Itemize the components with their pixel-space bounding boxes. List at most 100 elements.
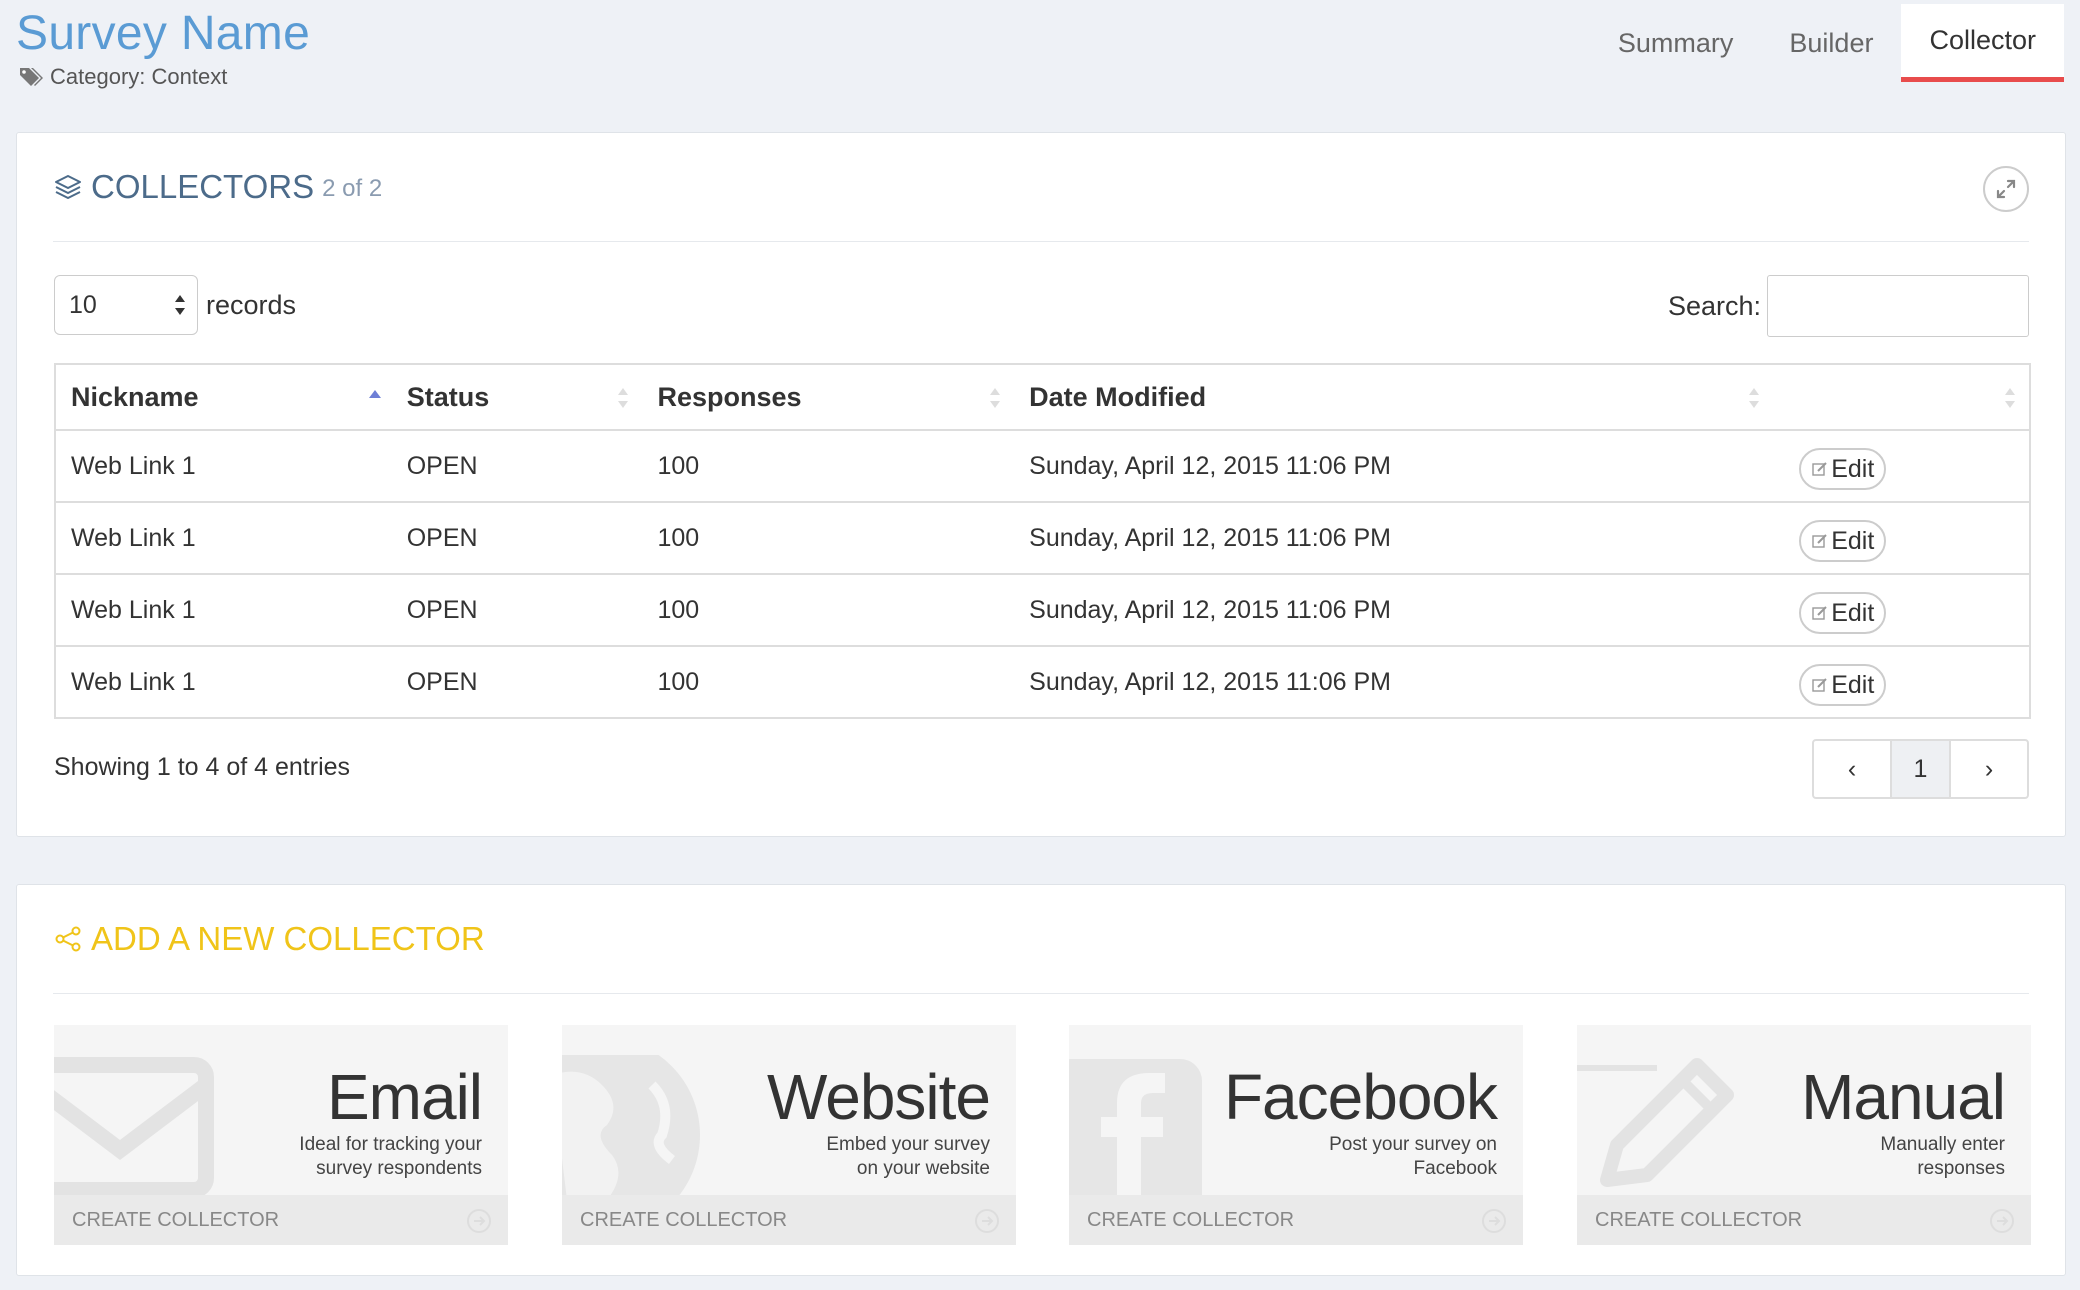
- create-collector-button[interactable]: CREATE COLLECTOR: [562, 1195, 1016, 1245]
- table-row: Web Link 1 OPEN 100 Sunday, April 12, 20…: [55, 502, 2030, 575]
- edit-button[interactable]: Edit: [1799, 520, 1887, 562]
- collectors-table: Nickname Status Responses Date Modified: [54, 363, 2031, 719]
- cell-status: OPEN: [391, 430, 643, 503]
- select-arrows-icon: [175, 295, 185, 315]
- collector-type-cards: Email Ideal for tracking your survey res…: [54, 1025, 2031, 1245]
- manual-collector-card[interactable]: Manual Manually enter responses CREATE C…: [1577, 1025, 2031, 1245]
- card-title: Website: [766, 1061, 991, 1133]
- sort-icon: [618, 388, 629, 408]
- card-description-line: responses: [1917, 1158, 2005, 1179]
- edit-label: Edit: [1831, 526, 1875, 555]
- email-collector-card[interactable]: Email Ideal for tracking your survey res…: [54, 1025, 508, 1245]
- edit-icon: [1812, 678, 1827, 692]
- create-collector-button[interactable]: CREATE COLLECTOR: [54, 1195, 508, 1245]
- tab-collector[interactable]: Collector: [1901, 4, 2064, 82]
- card-description: Post your survey on Facebook: [1267, 1133, 1497, 1181]
- tab-builder[interactable]: Builder: [1761, 4, 1901, 82]
- survey-category: Category: Context: [18, 64, 227, 90]
- create-collector-label: CREATE COLLECTOR: [1087, 1208, 1295, 1231]
- table-row: Web Link 1 OPEN 100 Sunday, April 12, 20…: [55, 574, 2030, 647]
- globe-icon: [562, 1055, 700, 1205]
- previous-page-button[interactable]: ‹: [1814, 741, 1890, 797]
- cell-actions: Edit: [1773, 646, 2030, 718]
- column-label: Date Modified: [1029, 381, 1207, 412]
- edit-label: Edit: [1831, 598, 1875, 627]
- cell-actions: Edit: [1773, 502, 2030, 575]
- sort-ascending-icon: [368, 390, 381, 398]
- cell-date-modified: Sunday, April 12, 2015 11:06 PM: [1014, 430, 1774, 503]
- cell-responses: 100: [657, 667, 700, 696]
- collectors-count: 2 of 2: [322, 175, 383, 202]
- edit-icon: [1812, 534, 1827, 548]
- edit-button[interactable]: Edit: [1799, 664, 1887, 706]
- card-description-line: Embed your survey: [826, 1134, 990, 1155]
- column-header-status[interactable]: Status: [391, 364, 643, 431]
- card-description-line: Facebook: [1413, 1158, 1497, 1179]
- card-description-line: Post your survey on: [1329, 1134, 1497, 1155]
- cell-nickname: Web Link 1: [55, 430, 392, 503]
- cell-status: OPEN: [406, 667, 478, 696]
- add-collector-panel-header: ADD A NEW COLLECTOR: [53, 885, 2029, 994]
- cell-date-modified: Sunday, April 12, 2015 11:06 PM: [1029, 667, 1391, 696]
- column-header-actions[interactable]: [1773, 364, 2030, 431]
- edit-icon: [1812, 462, 1827, 476]
- create-collector-button[interactable]: CREATE COLLECTOR: [1069, 1195, 1523, 1245]
- expand-button[interactable]: [1983, 166, 2029, 212]
- search-input[interactable]: [1767, 275, 2029, 337]
- create-collector-button[interactable]: CREATE COLLECTOR: [1577, 1195, 2031, 1245]
- cell-status: OPEN: [391, 502, 643, 575]
- page-header: Survey Name Category: Context Summary Bu…: [0, 0, 2080, 120]
- table-row: Web Link 1 OPEN 100 Sunday, April 12, 20…: [55, 430, 2030, 503]
- edit-icon: [1812, 606, 1827, 620]
- cell-nickname: Web Link 1: [71, 667, 196, 696]
- sort-icon: [2005, 388, 2015, 408]
- column-header-date-modified[interactable]: Date Modified: [1014, 364, 1774, 431]
- column-header-nickname[interactable]: Nickname: [55, 364, 392, 431]
- pagination: ‹ 1 ›: [1812, 739, 2029, 799]
- cell-nickname: Web Link 1: [55, 502, 392, 575]
- create-collector-label: CREATE COLLECTOR: [580, 1208, 788, 1231]
- collectors-title: COLLECTORS: [91, 168, 315, 205]
- next-page-button[interactable]: ›: [1951, 741, 2027, 797]
- sort-icon: [990, 388, 1001, 408]
- column-label: Nickname: [71, 381, 199, 412]
- card-description-line: Manually enter: [1880, 1134, 2005, 1155]
- facebook-icon: [1069, 1059, 1202, 1205]
- page-1-button[interactable]: 1: [1890, 741, 1951, 797]
- cell-responses: 100: [642, 574, 1015, 647]
- edit-button[interactable]: Edit: [1799, 448, 1887, 490]
- entries-summary: Showing 1 to 4 of 4 entries: [54, 753, 351, 781]
- column-label: Responses: [657, 381, 802, 412]
- edit-label: Edit: [1831, 670, 1875, 699]
- column-header-responses[interactable]: Responses: [642, 364, 1015, 431]
- card-description-line: on your website: [856, 1158, 990, 1179]
- website-collector-card[interactable]: Website Embed your survey on your websit…: [562, 1025, 1016, 1245]
- category-label: Category: Context: [50, 64, 228, 89]
- create-collector-label: CREATE COLLECTOR: [1595, 1208, 1803, 1231]
- table-header-row: Nickname Status Responses Date Modified: [55, 364, 2030, 431]
- card-title: Manual: [1801, 1061, 2006, 1133]
- table-row: Web Link 1 OPEN 100 Sunday, April 12, 20…: [55, 646, 2030, 718]
- cell-status: OPEN: [391, 574, 643, 647]
- table-search: Search:: [1668, 275, 2029, 337]
- collectors-panel-header: COLLECTORS 2 of 2: [53, 133, 2029, 242]
- add-collector-title: ADD A NEW COLLECTOR: [91, 920, 485, 957]
- records-select-value: 10: [69, 290, 97, 319]
- edit-button[interactable]: Edit: [1799, 592, 1887, 634]
- cell-actions: Edit: [1773, 574, 2030, 647]
- records-select[interactable]: 10: [54, 275, 198, 335]
- search-label: Search:: [1667, 290, 1761, 321]
- tag-icon: [20, 68, 43, 86]
- expand-icon: [1996, 179, 2016, 199]
- tab-summary[interactable]: Summary: [1590, 4, 1762, 82]
- survey-title: Survey Name: [16, 7, 311, 60]
- facebook-collector-card[interactable]: Facebook Post your survey on Facebook CR…: [1069, 1025, 1523, 1245]
- card-description-line: survey respondents: [316, 1158, 482, 1179]
- cell-actions: Edit: [1773, 430, 2030, 503]
- pencil-icon: [1577, 1058, 1734, 1187]
- collectors-panel: COLLECTORS 2 of 2 10 records Search: Nic…: [16, 132, 2066, 837]
- card-description-line: Ideal for tracking your: [299, 1134, 482, 1155]
- envelope-icon: [54, 1057, 214, 1195]
- add-collector-panel: ADD A NEW COLLECTOR Email Ideal for trac…: [16, 884, 2066, 1276]
- card-title: Facebook: [1223, 1061, 1498, 1133]
